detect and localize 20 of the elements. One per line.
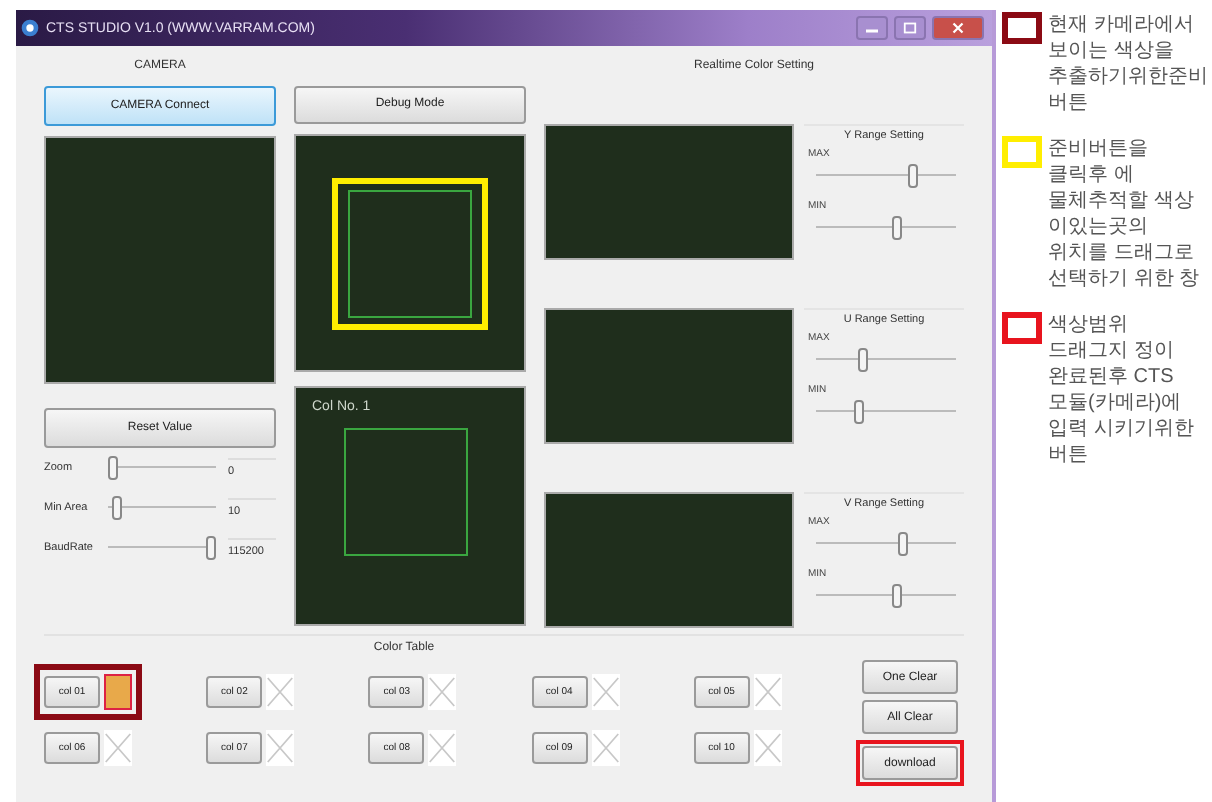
close-button[interactable] bbox=[932, 16, 984, 40]
close-icon bbox=[950, 22, 966, 34]
slider-thumb[interactable] bbox=[892, 216, 903, 240]
legend-text: 현재 카메라에서 보이는 색상을 추출하기위한준비 버튼 bbox=[1048, 12, 1208, 116]
maximize-button[interactable] bbox=[894, 16, 926, 40]
legend-text: 색상범위 드래그지 정이 완료된후 CTS 모듈(카메라)에 입력 시키기위한 버튼 bbox=[1048, 312, 1196, 468]
legend-text: 준비버튼을 클릭후 에 물체추적할 색상 이있는곳의 위치를 드래그로 선택하기 위한 창 bbox=[1048, 136, 1202, 292]
target-box bbox=[344, 428, 468, 557]
slider-thumb[interactable] bbox=[206, 536, 216, 560]
app-icon bbox=[20, 18, 40, 38]
target-box bbox=[348, 189, 472, 318]
slider-thumb[interactable] bbox=[897, 532, 908, 556]
minimize-button[interactable] bbox=[856, 16, 888, 40]
slider-thumb[interactable] bbox=[112, 496, 123, 520]
maximize-icon bbox=[902, 22, 918, 34]
slider-thumb[interactable] bbox=[907, 164, 917, 188]
slider-thumb[interactable] bbox=[108, 456, 118, 480]
slider-thumb[interactable] bbox=[853, 400, 864, 424]
slider-thumb[interactable] bbox=[858, 348, 869, 372]
slider-thumb[interactable] bbox=[892, 584, 903, 608]
